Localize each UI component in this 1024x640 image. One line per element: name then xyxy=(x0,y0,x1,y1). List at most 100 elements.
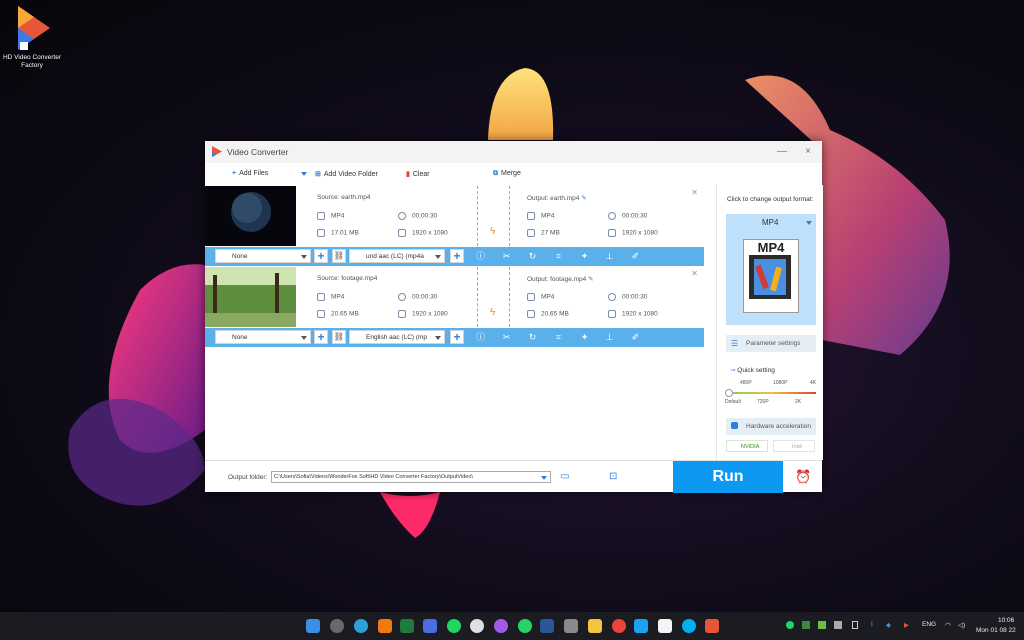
start-icon[interactable] xyxy=(306,619,320,633)
output-format-selector[interactable]: MP4 MP4 xyxy=(726,214,816,325)
settings-icon[interactable] xyxy=(330,619,344,633)
path-dropdown-icon[interactable] xyxy=(541,476,547,480)
hardware-acceleration-toggle[interactable]: Hardware acceleration xyxy=(726,418,816,435)
slider-thumb[interactable] xyxy=(725,389,733,397)
trim-icon[interactable]: ✂ xyxy=(501,332,512,343)
folder-icon xyxy=(527,310,535,318)
store-icon[interactable] xyxy=(658,619,672,633)
clock-time[interactable]: 10:06 xyxy=(998,617,1014,624)
crop-icon[interactable]: ⌗ xyxy=(553,332,564,343)
title-bar[interactable]: Video Converter — × xyxy=(205,141,822,163)
add-audio-button[interactable]: + xyxy=(450,249,464,263)
file-explorer-icon[interactable] xyxy=(588,619,602,633)
format-icon xyxy=(317,293,325,301)
video-thumbnail-footage[interactable] xyxy=(205,267,296,327)
trash-icon: ▮ xyxy=(406,171,410,178)
output-folder-label: Output folder: xyxy=(228,474,267,481)
tray-usb-icon[interactable] xyxy=(852,621,858,629)
hd-video-converter-taskbar-icon[interactable] xyxy=(705,619,719,633)
excel-icon[interactable] xyxy=(400,619,414,633)
word-icon[interactable] xyxy=(540,619,554,633)
remove-file-icon[interactable]: ✕ xyxy=(691,188,698,197)
watermark-icon[interactable]: ⊥ xyxy=(604,332,615,343)
alarm-clock-icon[interactable]: ⏰ xyxy=(795,469,811,485)
link-icon[interactable]: ⛓ xyxy=(332,249,346,263)
remove-file-icon[interactable]: ✕ xyxy=(691,269,698,278)
effects-icon[interactable]: ✦ xyxy=(579,251,590,262)
crop-icon[interactable]: ⌗ xyxy=(553,251,564,262)
add-subtitle-button[interactable]: + xyxy=(314,330,328,344)
tray-nvidia-icon[interactable] xyxy=(818,621,826,629)
messenger-icon[interactable] xyxy=(494,619,508,633)
file-row[interactable]: Source: footage.mp4 MP4 00:00:30 20.65 M… xyxy=(205,267,704,347)
output-filename: Output: footage.mp4 ✎ xyxy=(527,275,594,283)
snipping-icon[interactable] xyxy=(564,619,578,633)
add-files-dropdown-icon[interactable] xyxy=(301,172,307,176)
run-button[interactable]: Run xyxy=(673,461,783,493)
effects-icon[interactable]: ✦ xyxy=(579,332,590,343)
parameter-settings-label: Parameter settings xyxy=(746,340,801,347)
spotify-icon[interactable] xyxy=(447,619,461,633)
whatsapp-icon[interactable] xyxy=(518,619,532,633)
parameter-settings-button[interactable]: ☰ Parameter settings xyxy=(726,335,816,352)
rotate-icon[interactable]: ↻ xyxy=(527,332,538,343)
edit-icon[interactable]: ✐ xyxy=(630,251,641,262)
intel-option[interactable]: Intel xyxy=(773,440,815,452)
open-output-folder-icon[interactable]: ⊡ xyxy=(609,471,617,482)
resolution-icon xyxy=(608,229,616,237)
volume-icon[interactable]: ◁) xyxy=(958,621,965,629)
bluetooth-icon[interactable]: ᛒ xyxy=(870,621,874,628)
source-format: MP4 xyxy=(317,212,344,220)
browse-folder-icon[interactable]: ▭ xyxy=(560,471,569,482)
subtitle-select[interactable]: None xyxy=(215,330,311,344)
video-thumbnail-earth[interactable] xyxy=(205,186,296,246)
edge-icon[interactable] xyxy=(354,619,368,633)
twitter-icon[interactable] xyxy=(634,619,648,633)
close-button[interactable]: × xyxy=(801,145,815,159)
nvidia-option[interactable]: NVIDIA xyxy=(726,440,768,452)
format-icon xyxy=(527,293,535,301)
edit-icon[interactable]: ✐ xyxy=(630,332,641,343)
slack-icon[interactable] xyxy=(470,619,484,633)
tick-label: 4K xyxy=(810,380,816,386)
add-audio-button[interactable]: + xyxy=(450,330,464,344)
trim-icon[interactable]: ✂ xyxy=(501,251,512,262)
chrome-icon[interactable] xyxy=(612,619,626,633)
tray-spotify-icon[interactable] xyxy=(786,621,794,629)
output-path-field[interactable]: C:\Users\Sofia\Videos\WonderFox Soft\HD … xyxy=(271,471,551,483)
chip-icon xyxy=(731,422,738,429)
hd-video-converter-logo-icon xyxy=(12,4,52,52)
tray-app-icon[interactable] xyxy=(802,621,810,629)
add-subtitle-button[interactable]: + xyxy=(314,249,328,263)
edit-pencil-icon[interactable]: ✎ xyxy=(588,276,593,283)
skype-icon[interactable] xyxy=(682,619,696,633)
tray-hd-converter-icon[interactable]: ▶ xyxy=(904,621,909,629)
edit-pencil-icon[interactable]: ✎ xyxy=(581,195,586,202)
info-icon[interactable]: ⓘ xyxy=(475,332,486,343)
clock-date[interactable]: Mon 01 08 22 xyxy=(976,627,1016,634)
tray-security-icon[interactable]: ◆ xyxy=(886,621,891,629)
audio-track-select[interactable]: English aac (LC) (mp xyxy=(349,330,445,344)
merge-button[interactable]: ⧉Merge xyxy=(493,170,521,178)
divider xyxy=(509,186,510,246)
tray-icon[interactable] xyxy=(834,621,842,629)
desktop-icon-hd-video-converter[interactable]: HD Video Converter Factory xyxy=(2,4,62,70)
clear-button[interactable]: ▮Clear xyxy=(406,170,430,178)
add-video-folder-button[interactable]: ⊞Add Video Folder xyxy=(315,170,378,178)
quality-slider[interactable]: 480P 1080P 4K Default 720P 2K xyxy=(725,380,819,410)
minimize-button[interactable]: — xyxy=(775,145,789,159)
audio-track-select[interactable]: und aac (LC) (mp4a xyxy=(349,249,445,263)
vlc-icon[interactable] xyxy=(378,619,392,633)
watermark-icon[interactable]: ⊥ xyxy=(604,251,615,262)
language-indicator[interactable]: ENG xyxy=(922,621,936,628)
link-icon[interactable]: ⛓ xyxy=(332,330,346,344)
source-resolution: 1920 x 1080 xyxy=(398,310,448,318)
info-icon[interactable]: ⓘ xyxy=(475,251,486,262)
rotate-icon[interactable]: ↻ xyxy=(527,251,538,262)
format-icon xyxy=(527,212,535,220)
file-row[interactable]: Source: earth.mp4 MP4 00:00:30 17.01 MB … xyxy=(205,186,704,266)
app-icon[interactable] xyxy=(423,619,437,633)
subtitle-select[interactable]: None xyxy=(215,249,311,263)
wifi-icon[interactable]: ◠ xyxy=(945,621,951,629)
add-files-button[interactable]: +Add Files xyxy=(232,170,268,177)
